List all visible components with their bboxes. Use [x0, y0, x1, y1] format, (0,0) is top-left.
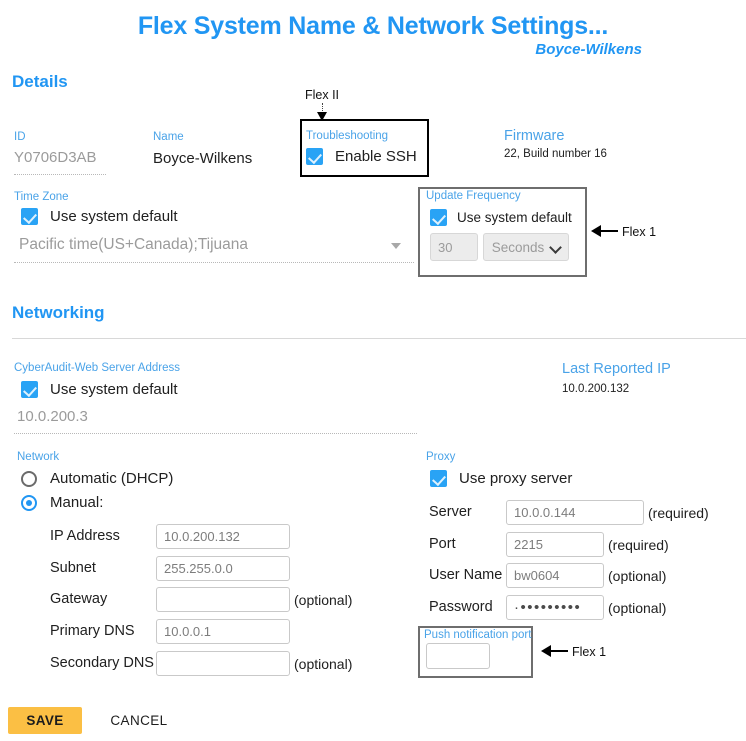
timezone-underline — [14, 262, 414, 263]
timezone-chevron-down-icon[interactable] — [391, 243, 401, 249]
details-section-heading: Details — [12, 72, 68, 91]
proxy-server-input[interactable] — [506, 500, 644, 525]
proxy-password-label: Password — [429, 599, 493, 615]
name-label: Name — [153, 131, 184, 143]
primary-dns-input[interactable] — [156, 619, 290, 644]
cyberaudit-use-default-label: Use system default — [50, 381, 178, 398]
push-port-input[interactable] — [426, 643, 490, 669]
network-dhcp-radio-row[interactable]: Automatic (DHCP) — [21, 470, 173, 487]
proxy-port-input[interactable] — [506, 532, 604, 557]
update-unit-select[interactable]: Seconds — [483, 233, 569, 261]
settings-page: Flex System Name & Network Settings... B… — [0, 0, 746, 741]
annotation-flex-one-push-shaft — [550, 650, 568, 652]
push-port-label: Push notification port — [424, 629, 532, 641]
enable-ssh-label: Enable SSH — [335, 148, 417, 165]
primary-dns-label: Primary DNS — [50, 623, 135, 639]
timezone-label: Time Zone — [14, 191, 69, 203]
annotation-flex-one-update-shaft — [600, 230, 618, 232]
troubleshooting-label: Troubleshooting — [306, 130, 389, 142]
update-use-default-row[interactable]: Use system default — [430, 209, 572, 226]
proxy-server-hint: (required) — [648, 505, 709, 521]
use-proxy-label: Use proxy server — [459, 470, 573, 487]
secondary-dns-label: Secondary DNS — [50, 655, 154, 671]
last-reported-ip-value: 10.0.200.132 — [562, 383, 630, 395]
timezone-use-default-row[interactable]: Use system default — [21, 208, 178, 225]
gateway-input[interactable] — [156, 587, 290, 612]
proxy-username-label: User Name — [429, 567, 503, 583]
subnet-input[interactable] — [156, 556, 290, 581]
networking-section-heading: Networking — [12, 303, 105, 322]
gateway-hint: (optional) — [294, 592, 353, 608]
name-value[interactable]: Boyce-Wilkens — [153, 150, 252, 167]
id-underline — [14, 174, 106, 175]
timezone-select-value[interactable]: Pacific time(US+Canada);Tijuana — [19, 236, 248, 254]
save-button[interactable]: SAVE — [8, 707, 82, 734]
secondary-dns-input[interactable] — [156, 651, 290, 676]
cyberaudit-value[interactable]: 10.0.200.3 — [17, 408, 88, 425]
cyberaudit-label: CyberAudit-Web Server Address — [14, 362, 180, 374]
proxy-password-hint: (optional) — [608, 600, 667, 616]
proxy-server-label: Server — [429, 504, 472, 520]
id-value: Y0706D3AB — [14, 149, 97, 166]
network-manual-radio-row[interactable]: Manual: — [21, 494, 103, 511]
id-label: ID — [14, 131, 26, 143]
ip-address-input[interactable] — [156, 524, 290, 549]
use-proxy-checkbox[interactable] — [430, 470, 447, 487]
update-interval-input[interactable] — [430, 233, 478, 261]
cancel-button[interactable]: CANCEL — [100, 707, 178, 734]
proxy-username-input[interactable] — [506, 563, 604, 588]
enable-ssh-checkbox[interactable] — [306, 148, 323, 165]
update-frequency-label: Update Frequency — [426, 190, 521, 202]
cyberaudit-underline — [14, 433, 417, 434]
timezone-use-default-label: Use system default — [50, 208, 178, 225]
update-unit-chevron-down-icon — [551, 243, 560, 252]
cyberaudit-use-default-checkbox[interactable] — [21, 381, 38, 398]
firmware-label: Firmware — [504, 128, 565, 144]
timezone-use-default-checkbox[interactable] — [21, 208, 38, 225]
use-proxy-row[interactable]: Use proxy server — [430, 470, 572, 487]
proxy-password-input[interactable] — [506, 595, 604, 620]
ip-address-label: IP Address — [50, 528, 120, 544]
networking-divider — [12, 338, 746, 339]
proxy-username-hint: (optional) — [608, 568, 667, 584]
network-group-label: Network — [17, 451, 60, 463]
annotation-flex-two-arrow-icon — [317, 112, 327, 121]
last-reported-ip-label: Last Reported IP — [562, 361, 671, 377]
network-manual-radio[interactable] — [21, 494, 37, 511]
annotation-flex-two-label: Flex II — [305, 88, 340, 102]
subnet-label: Subnet — [50, 560, 96, 576]
network-manual-label: Manual: — [50, 494, 104, 511]
annotation-flex-one-update-label: Flex 1 — [622, 225, 657, 239]
update-use-default-label: Use system default — [457, 210, 572, 225]
annotation-flex-one-push-label: Flex 1 — [572, 645, 607, 659]
cyberaudit-use-default-row[interactable]: Use system default — [21, 381, 178, 398]
proxy-port-hint: (required) — [608, 537, 669, 553]
page-subtitle: Boyce-Wilkens — [535, 41, 642, 58]
gateway-label: Gateway — [50, 591, 108, 607]
firmware-value: 22, Build number 16 — [504, 148, 607, 160]
proxy-group-label: Proxy — [426, 451, 456, 463]
update-use-default-checkbox[interactable] — [430, 209, 447, 226]
proxy-port-label: Port — [429, 536, 456, 552]
secondary-dns-hint: (optional) — [294, 656, 353, 672]
network-dhcp-label: Automatic (DHCP) — [50, 470, 174, 487]
update-unit-value: Seconds — [491, 239, 545, 255]
page-title: Flex System Name & Network Settings... — [137, 12, 609, 40]
enable-ssh-checkbox-row[interactable]: Enable SSH — [306, 148, 417, 165]
network-dhcp-radio[interactable] — [21, 470, 37, 487]
